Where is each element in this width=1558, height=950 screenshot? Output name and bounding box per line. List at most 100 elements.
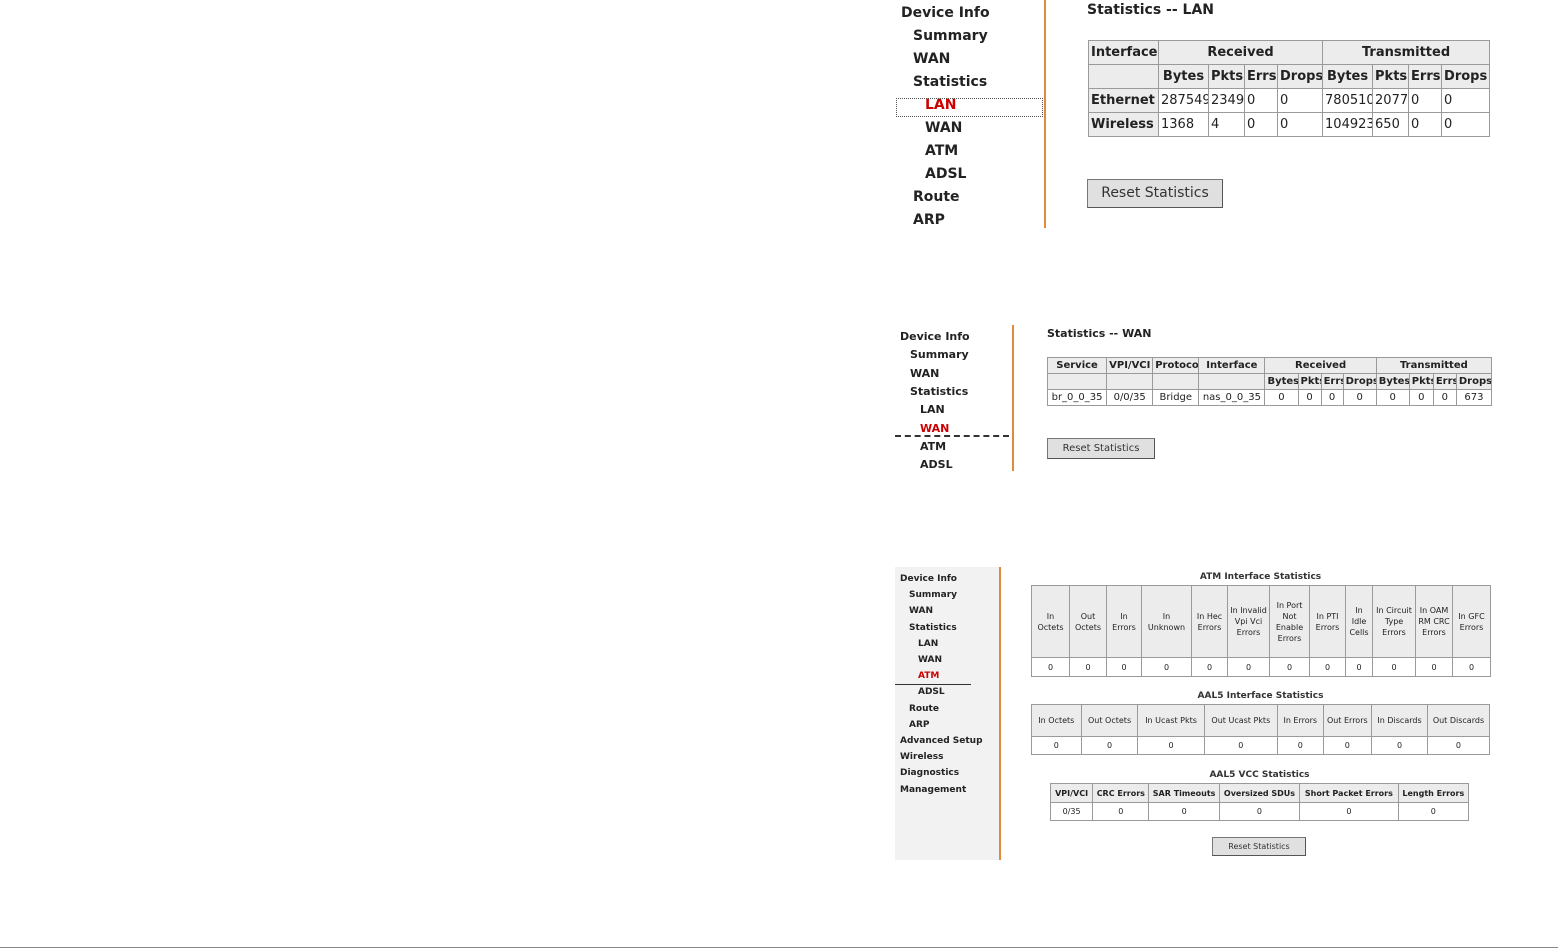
sidebar-item-advanced-setup[interactable]: Advanced Setup [900, 736, 983, 746]
sidebar-item-summary[interactable]: Summary [913, 28, 988, 44]
table-cell: 0/0/35 [1106, 389, 1154, 406]
table-cell: br_0_0_35 [1046, 389, 1108, 406]
table-cell: 0 [1322, 736, 1373, 755]
sidebar-item-route[interactable]: Route [909, 704, 939, 714]
table-cell: 0 [1408, 389, 1434, 406]
table-cell: 0 [1106, 657, 1142, 677]
table-cell: 0 [1031, 657, 1070, 677]
sidebar-item-device-info[interactable]: Device Info [901, 5, 990, 21]
sidebar-item-atm[interactable]: ATM [925, 143, 958, 159]
empty-header-cell [1088, 64, 1159, 89]
reset-statistics-button[interactable]: Reset Statistics [1047, 438, 1155, 459]
table-cell: 4 [1208, 112, 1245, 137]
table-cell: 104923 [1322, 112, 1374, 137]
tx-drops-header: Drops [1441, 64, 1491, 89]
sidebar-item-adsl[interactable]: ADSL [920, 458, 953, 471]
table-cell: 0 [1137, 736, 1205, 755]
rx-pkts-header: Pkts [1208, 64, 1245, 89]
rx-bytes-header: Bytes [1264, 373, 1299, 390]
table-cell: 0 [1297, 389, 1322, 406]
sidebar-item-statistics[interactable]: Statistics [909, 623, 957, 633]
table-cell: 2349 [1208, 88, 1245, 113]
sidebar-item-wan[interactable]: WAN [909, 606, 933, 616]
row-name: Wireless [1088, 112, 1159, 137]
column-header: In Hec Errors [1191, 585, 1228, 658]
table-cell: 0 [1426, 736, 1491, 755]
sidebar-item-diagnostics[interactable]: Diagnostics [900, 768, 959, 778]
table-cell: 287549 [1158, 88, 1209, 113]
table-cell: 2077 [1372, 88, 1410, 113]
tx-errs-header: Errs [1408, 64, 1443, 89]
table-cell: 0 [1441, 112, 1491, 137]
rx-pkts-header: Pkts [1297, 373, 1322, 390]
sidebar-item-wan[interactable]: WAN [910, 367, 939, 380]
column-header: Out Octets [1069, 585, 1107, 658]
sidebar-item-wireless[interactable]: Wireless [900, 752, 943, 762]
column-header: Short Packet Errors [1299, 783, 1399, 803]
sidebar-item-arp[interactable]: ARP [909, 720, 930, 730]
table-cell: nas_0_0_35 [1198, 389, 1266, 406]
sidebar-item-adsl[interactable]: ADSL [918, 687, 945, 697]
sidebar-item-statistics[interactable]: Statistics [910, 385, 968, 398]
column-header: In Errors [1106, 585, 1142, 658]
column-header: In Octets [1031, 704, 1082, 737]
aal5-interface-title: AAL5 Interface Statistics [1197, 691, 1324, 701]
sidebar-item-summary[interactable]: Summary [909, 590, 957, 600]
column-header: In Discards [1371, 704, 1428, 737]
sidebar-item-wan[interactable]: WAN [913, 51, 950, 67]
sidebar-item-atm[interactable]: ATM [920, 440, 946, 453]
sidebar-item-device-info[interactable]: Device Info [900, 330, 970, 343]
table-cell: Bridge [1152, 389, 1200, 406]
table-cell: 0 [1218, 802, 1301, 821]
table-cell: 0 [1148, 802, 1220, 821]
rx-bytes-header: Bytes [1158, 64, 1209, 89]
table-cell: 673 [1455, 389, 1493, 406]
table-cell: 0 [1309, 657, 1346, 677]
sidebar-item-arp[interactable]: ARP [913, 212, 945, 228]
table-cell: 0 [1264, 389, 1299, 406]
vcc-title: AAL5 VCC Statistics [1209, 770, 1310, 780]
reset-statistics-button[interactable]: Reset Statistics [1087, 179, 1223, 208]
column-header: In Octets [1031, 585, 1070, 658]
column-header: VPI/VCI [1049, 783, 1094, 803]
sidebar-item-lan[interactable]: LAN [920, 403, 945, 416]
sidebar-item-device-info[interactable]: Device Info [900, 574, 957, 584]
sidebar-item-wan[interactable]: WAN [918, 655, 942, 665]
reset-statistics-button[interactable]: Reset Statistics [1212, 837, 1306, 856]
table-cell: 0 [1276, 112, 1324, 137]
table-cell: 0 [1276, 88, 1324, 113]
sidebar-item-route[interactable]: Route [913, 189, 960, 205]
column-header: In Unknown [1141, 585, 1192, 658]
column-header: Out Errors [1322, 704, 1373, 737]
table-cell: 0 [1432, 389, 1457, 406]
aal5-interface-table: In Octets Out Octets In Ucast Pkts Out Ucas… [1031, 704, 1491, 755]
tx-drops-header: Drops [1455, 373, 1493, 390]
table-cell: 0 [1069, 657, 1107, 677]
sidebar-item-lan[interactable]: LAN [918, 639, 938, 649]
page-bottom-rule [0, 947, 1558, 948]
table-cell: 0/35 [1049, 802, 1094, 821]
rx-drops-header: Drops [1276, 64, 1324, 89]
column-header: CRC Errors [1092, 783, 1150, 803]
table-cell: 0 [1080, 736, 1139, 755]
atm-panel-sidebar: Device Info Summary WAN Statistics LAN WAN ATM… [895, 567, 1001, 860]
column-header: In Ucast Pkts [1137, 704, 1205, 737]
rx-drops-header: Drops [1342, 373, 1377, 390]
received-header: Received [1264, 357, 1377, 374]
table-cell: 0 [1244, 88, 1278, 113]
received-header: Received [1157, 40, 1324, 65]
sidebar-item-wan[interactable]: WAN [925, 120, 962, 136]
column-header: Length Errors [1397, 783, 1470, 803]
atm-interface-title: ATM Interface Statistics [1199, 572, 1322, 582]
column-header: Out Octets [1080, 704, 1139, 737]
sidebar-item-adsl[interactable]: ADSL [925, 166, 966, 182]
table-cell: 0 [1441, 88, 1491, 113]
table-cell: 0 [1408, 88, 1443, 113]
sidebar-item-management[interactable]: Management [900, 785, 966, 795]
sidebar-item-atm[interactable]: ATM [918, 671, 939, 681]
sidebar-item-wan[interactable]: WAN [920, 422, 949, 435]
sidebar-item-statistics[interactable]: Statistics [913, 74, 987, 90]
vcc-values-row: 0/35 0 0 0 0 0 [1049, 802, 1470, 821]
table-cell: 0 [1244, 112, 1278, 137]
sidebar-item-summary[interactable]: Summary [910, 348, 969, 361]
